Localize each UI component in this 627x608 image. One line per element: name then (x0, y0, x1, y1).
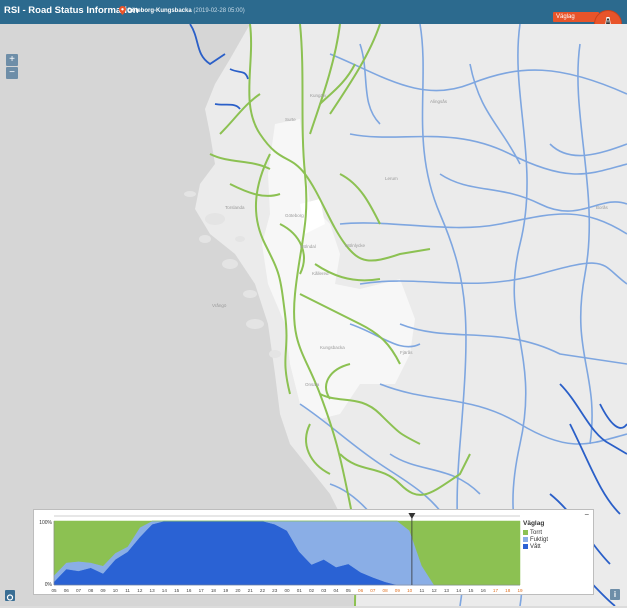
x-tick-label: 18 (211, 588, 217, 593)
layer-name-badge[interactable]: Väglag (553, 12, 599, 22)
x-tick-label: 07 (76, 588, 82, 593)
x-tick-label: 03 (321, 588, 327, 593)
road-status-chart-panel: − 100% 0% 05 06 07 08 09 10 11 12 13 14 15 16 17 18 19 20… (33, 509, 594, 595)
legend-item-vatt: Vått (523, 543, 548, 550)
gear-icon (6, 594, 14, 601)
x-tick-label: 05 (346, 588, 352, 593)
svg-text:Göteborg: Göteborg (285, 213, 304, 218)
svg-text:Kungsbacka: Kungsbacka (320, 345, 345, 350)
x-tick-label: 09 (100, 588, 106, 593)
x-tick-label: 17 (493, 588, 499, 593)
svg-text:Alingsås: Alingsås (430, 98, 448, 104)
location-label: Göteborg-Kungsbacka (2019-02-28 05:00) (127, 8, 245, 14)
x-tick-label: 02 (309, 588, 315, 593)
svg-text:Mölndal: Mölndal (300, 244, 316, 249)
legend-swatch-torrt (523, 530, 528, 535)
x-tick-label: 13 (444, 588, 450, 593)
x-tick-label: 04 (333, 588, 339, 593)
x-tick-label: 12 (137, 588, 143, 593)
road-status-chart: 100%0%05 06 07 08 09 10 11 12 13 14 15 16 17 18 19 20 21… (39, 513, 523, 593)
legend-label-vatt: Vått (530, 543, 541, 550)
svg-text:Borås: Borås (596, 204, 609, 210)
legend-swatch-vatt (523, 544, 528, 549)
x-tick-label: 16 (186, 588, 192, 593)
x-tick-label: 12 (432, 588, 438, 593)
svg-text:Lerum: Lerum (385, 176, 398, 181)
svg-text:Onsala: Onsala (305, 382, 320, 387)
settings-button[interactable] (5, 590, 15, 601)
x-tick-label: 06 (64, 588, 70, 593)
x-tick-label: 23 (272, 588, 278, 593)
x-tick-label: 14 (162, 588, 168, 593)
x-tick-label: 00 (284, 588, 290, 593)
x-tick-label: 13 (150, 588, 156, 593)
y-tick-label-100: 100% (39, 520, 52, 526)
x-tick-label: 21 (248, 588, 254, 593)
x-tick-label: 08 (383, 588, 389, 593)
location-pin-icon (119, 6, 126, 15)
legend-item-torrt: Torrt (523, 529, 548, 536)
svg-text:Surte: Surte (285, 117, 296, 122)
x-tick-label: 10 (407, 588, 413, 593)
svg-text:Vrångö: Vrångö (212, 302, 227, 308)
x-tick-label: 06 (358, 588, 364, 593)
x-tick-label: 14 (456, 588, 462, 593)
location-name: Göteborg-Kungsbacka (127, 8, 192, 14)
svg-text:Mölnlycke: Mölnlycke (345, 243, 366, 248)
x-tick-label: 09 (395, 588, 401, 593)
chart-legend: Väglag Torrt Fuktigt Vått (523, 520, 548, 550)
legend-title: Väglag (523, 520, 545, 527)
x-tick-label: 10 (113, 588, 119, 593)
legend-label-torrt: Torrt (530, 529, 542, 536)
zoom-out-button[interactable]: − (6, 67, 18, 79)
x-tick-label: 15 (468, 588, 474, 593)
svg-text:Kungälv: Kungälv (310, 93, 327, 98)
x-tick-label: 01 (297, 588, 303, 593)
zoom-in-button[interactable]: + (6, 54, 18, 66)
legend-item-fuktigt: Fuktigt (523, 536, 548, 543)
info-button[interactable]: i (610, 589, 620, 600)
x-tick-label: 07 (370, 588, 376, 593)
legend-label-fuktigt: Fuktigt (530, 536, 549, 543)
x-tick-label: 20 (235, 588, 241, 593)
x-tick-label: 11 (125, 588, 130, 593)
x-tick-label: 19 (517, 588, 523, 593)
x-tick-label: 08 (88, 588, 94, 593)
svg-text:Kållered: Kållered (312, 270, 329, 276)
location-datetime: (2019-02-28 05:00) (193, 8, 245, 14)
x-tick-label: 19 (223, 588, 229, 593)
svg-text:Torslanda: Torslanda (225, 205, 245, 210)
x-tick-label: 18 (505, 588, 511, 593)
x-tick-label: 15 (174, 588, 180, 593)
x-tick-label: 11 (420, 588, 425, 593)
app-header: RSI - Road Status Information Göteborg-K… (0, 0, 627, 38)
x-tick-label: 22 (260, 588, 266, 593)
x-tick-label: 05 (51, 588, 57, 593)
legend-swatch-fuktigt (523, 537, 528, 542)
svg-text:Fjärås: Fjärås (400, 349, 413, 355)
x-tick-label: 16 (481, 588, 487, 593)
x-tick-label: 17 (199, 588, 205, 593)
